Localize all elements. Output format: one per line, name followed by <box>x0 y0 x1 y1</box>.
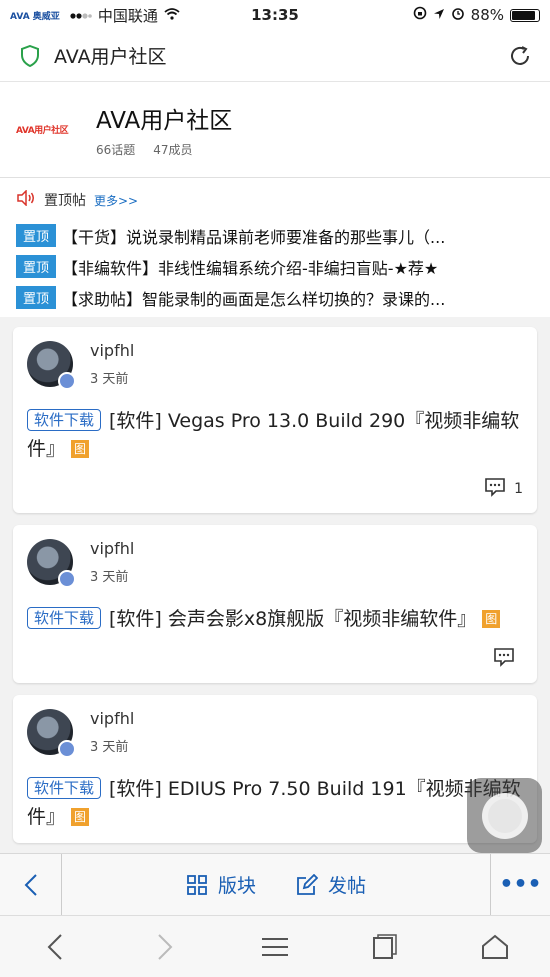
menu-icon[interactable] <box>255 927 295 967</box>
category-tag[interactable]: 软件下载 <box>27 607 102 629</box>
author-meta: vipfhl 3 天前 <box>90 539 134 585</box>
alarm-icon <box>451 6 465 24</box>
pinned-header: 置顶帖 更多>> <box>16 189 534 210</box>
board-label: 版块 <box>217 875 256 897</box>
post-time: 3 天前 <box>90 372 129 387</box>
pinned-title: 【求助帖】智能录制的画面是怎么样切换的？录课的... <box>62 289 446 309</box>
status-right: 88% <box>413 6 540 24</box>
carrier-logo: AVA 奥威亚 <box>10 11 60 22</box>
home-icon[interactable] <box>475 927 515 967</box>
category-tag[interactable]: 软件下载 <box>27 409 102 431</box>
group-stats: 66话题 47成员 <box>96 141 232 158</box>
browser-bar <box>0 915 550 977</box>
pinned-tag: 置顶 <box>16 255 57 278</box>
status-time: 13:35 <box>251 6 299 24</box>
author-name[interactable]: vipfhl <box>90 341 134 360</box>
carrier-name: 中国联通 <box>97 6 158 25</box>
post-footer: 1 <box>27 477 523 501</box>
rotation-lock-icon <box>413 6 427 24</box>
post-author: vipfhl 3 天前 <box>27 341 523 390</box>
post-title-text: [软件] EDIUS Pro 7.50 Build 191『视频非编软件』 <box>27 778 521 828</box>
grid-icon <box>187 874 207 895</box>
status-bar: AVA 奥威亚 中国联通 13:35 88% <box>0 0 550 30</box>
comment-icon[interactable] <box>484 477 506 501</box>
user-badge-icon <box>58 740 76 758</box>
speaker-icon <box>16 189 36 210</box>
post-time: 3 天前 <box>90 740 129 755</box>
image-badge: 图 <box>71 440 90 458</box>
topic-count: 66话题 <box>96 143 136 157</box>
edit-icon <box>297 873 318 895</box>
avatar[interactable] <box>27 539 76 588</box>
nav-bar: AVA用户社区 <box>0 30 550 82</box>
chevron-left-icon <box>24 873 37 896</box>
browser-forward-icon <box>145 927 185 967</box>
post-card[interactable]: vipfhl 3 天前 软件下载 [软件] 会声会影x8旗舰版『视频非编软件』图 <box>13 525 537 683</box>
image-badge: 图 <box>482 610 501 628</box>
pinned-tag: 置顶 <box>16 286 57 309</box>
post-feed: vipfhl 3 天前 软件下载 [软件] Vegas Pro 13.0 Buil… <box>0 317 550 843</box>
battery-percent: 88% <box>470 6 504 24</box>
shield-icon <box>16 42 44 70</box>
pinned-item[interactable]: 置顶 【非编软件】非线性编辑系统介绍-非编扫盲贴-★荐★ <box>16 251 534 282</box>
author-name[interactable]: vipfhl <box>90 709 134 728</box>
refresh-icon[interactable] <box>506 42 534 70</box>
post-title[interactable]: 软件下载 [软件] EDIUS Pro 7.50 Build 191『视频非编软件… <box>27 775 523 831</box>
author-name[interactable]: vipfhl <box>90 539 134 558</box>
pinned-item[interactable]: 置顶 【求助帖】智能录制的画面是怎么样切换的？录课的... <box>16 282 534 313</box>
avatar[interactable] <box>27 341 76 390</box>
post-title-text: [软件] 会声会影x8旗舰版『视频非编软件』 <box>109 608 477 630</box>
comment-count: 1 <box>514 481 523 497</box>
group-name: AVA用户社区 <box>96 108 233 134</box>
back-button[interactable] <box>0 854 62 915</box>
post-author: vipfhl 3 天前 <box>27 709 523 758</box>
post-title[interactable]: 软件下载 [软件] Vegas Pro 13.0 Build 290『视频非编软件… <box>27 407 523 463</box>
avatar[interactable] <box>27 709 76 758</box>
pinned-label: 置顶帖 <box>44 193 86 209</box>
new-post-button[interactable]: 发帖 <box>296 871 366 898</box>
signal-icon <box>70 6 92 24</box>
pinned-tag: 置顶 <box>16 224 57 247</box>
group-header: AVA用户社区 AVA用户社区 66话题 47成员 <box>0 82 550 178</box>
category-tag[interactable]: 软件下载 <box>27 777 102 799</box>
more-menu-button[interactable]: ••• <box>490 854 550 915</box>
assistive-touch-button[interactable] <box>467 778 542 853</box>
group-logo-text: AVA用户社区 <box>16 126 69 136</box>
author-meta: vipfhl 3 天前 <box>90 341 134 387</box>
post-time: 3 天前 <box>90 570 129 585</box>
assistive-touch-icon <box>481 792 528 839</box>
pinned-section: 置顶帖 更多>> 置顶 【干货】说说录制精品课前老师要准备的那些事儿（... 置… <box>0 178 550 317</box>
user-badge-icon <box>58 570 76 588</box>
pinned-title: 【非编软件】非线性编辑系统介绍-非编扫盲贴-★荐★ <box>62 258 439 278</box>
post-title[interactable]: 软件下载 [软件] 会声会影x8旗舰版『视频非编软件』图 <box>27 605 523 633</box>
tabs-icon[interactable] <box>365 927 405 967</box>
bottom-toolbar: 版块 发帖 ••• <box>0 853 550 915</box>
nav-title: AVA用户社区 <box>54 46 167 68</box>
member-count: 47成员 <box>153 143 193 157</box>
battery-icon <box>510 8 540 22</box>
pinned-more-link[interactable]: 更多>> <box>94 192 138 209</box>
user-badge-icon <box>58 372 76 390</box>
board-button[interactable]: 版块 <box>186 871 256 898</box>
group-logo: AVA用户社区 <box>16 123 78 136</box>
status-left: AVA 奥威亚 中国联通 <box>10 5 180 26</box>
comment-icon[interactable] <box>493 647 515 671</box>
author-meta: vipfhl 3 天前 <box>90 709 134 755</box>
post-card[interactable]: vipfhl 3 天前 软件下载 [软件] EDIUS Pro 7.50 Buil… <box>13 695 537 843</box>
group-info: AVA用户社区 66话题 47成员 <box>96 101 232 158</box>
image-badge: 图 <box>71 808 90 826</box>
location-icon <box>433 6 445 24</box>
post-card[interactable]: vipfhl 3 天前 软件下载 [软件] Vegas Pro 13.0 Buil… <box>13 327 537 513</box>
new-post-label: 发帖 <box>328 875 367 897</box>
pinned-item[interactable]: 置顶 【干货】说说录制精品课前老师要准备的那些事儿（... <box>16 220 534 251</box>
wifi-icon <box>164 6 180 24</box>
post-footer <box>27 647 523 671</box>
browser-back-icon[interactable] <box>35 927 75 967</box>
pinned-title: 【干货】说说录制精品课前老师要准备的那些事儿（... <box>62 227 446 247</box>
toolbar-actions: 版块 发帖 <box>62 871 490 898</box>
post-author: vipfhl 3 天前 <box>27 539 523 588</box>
